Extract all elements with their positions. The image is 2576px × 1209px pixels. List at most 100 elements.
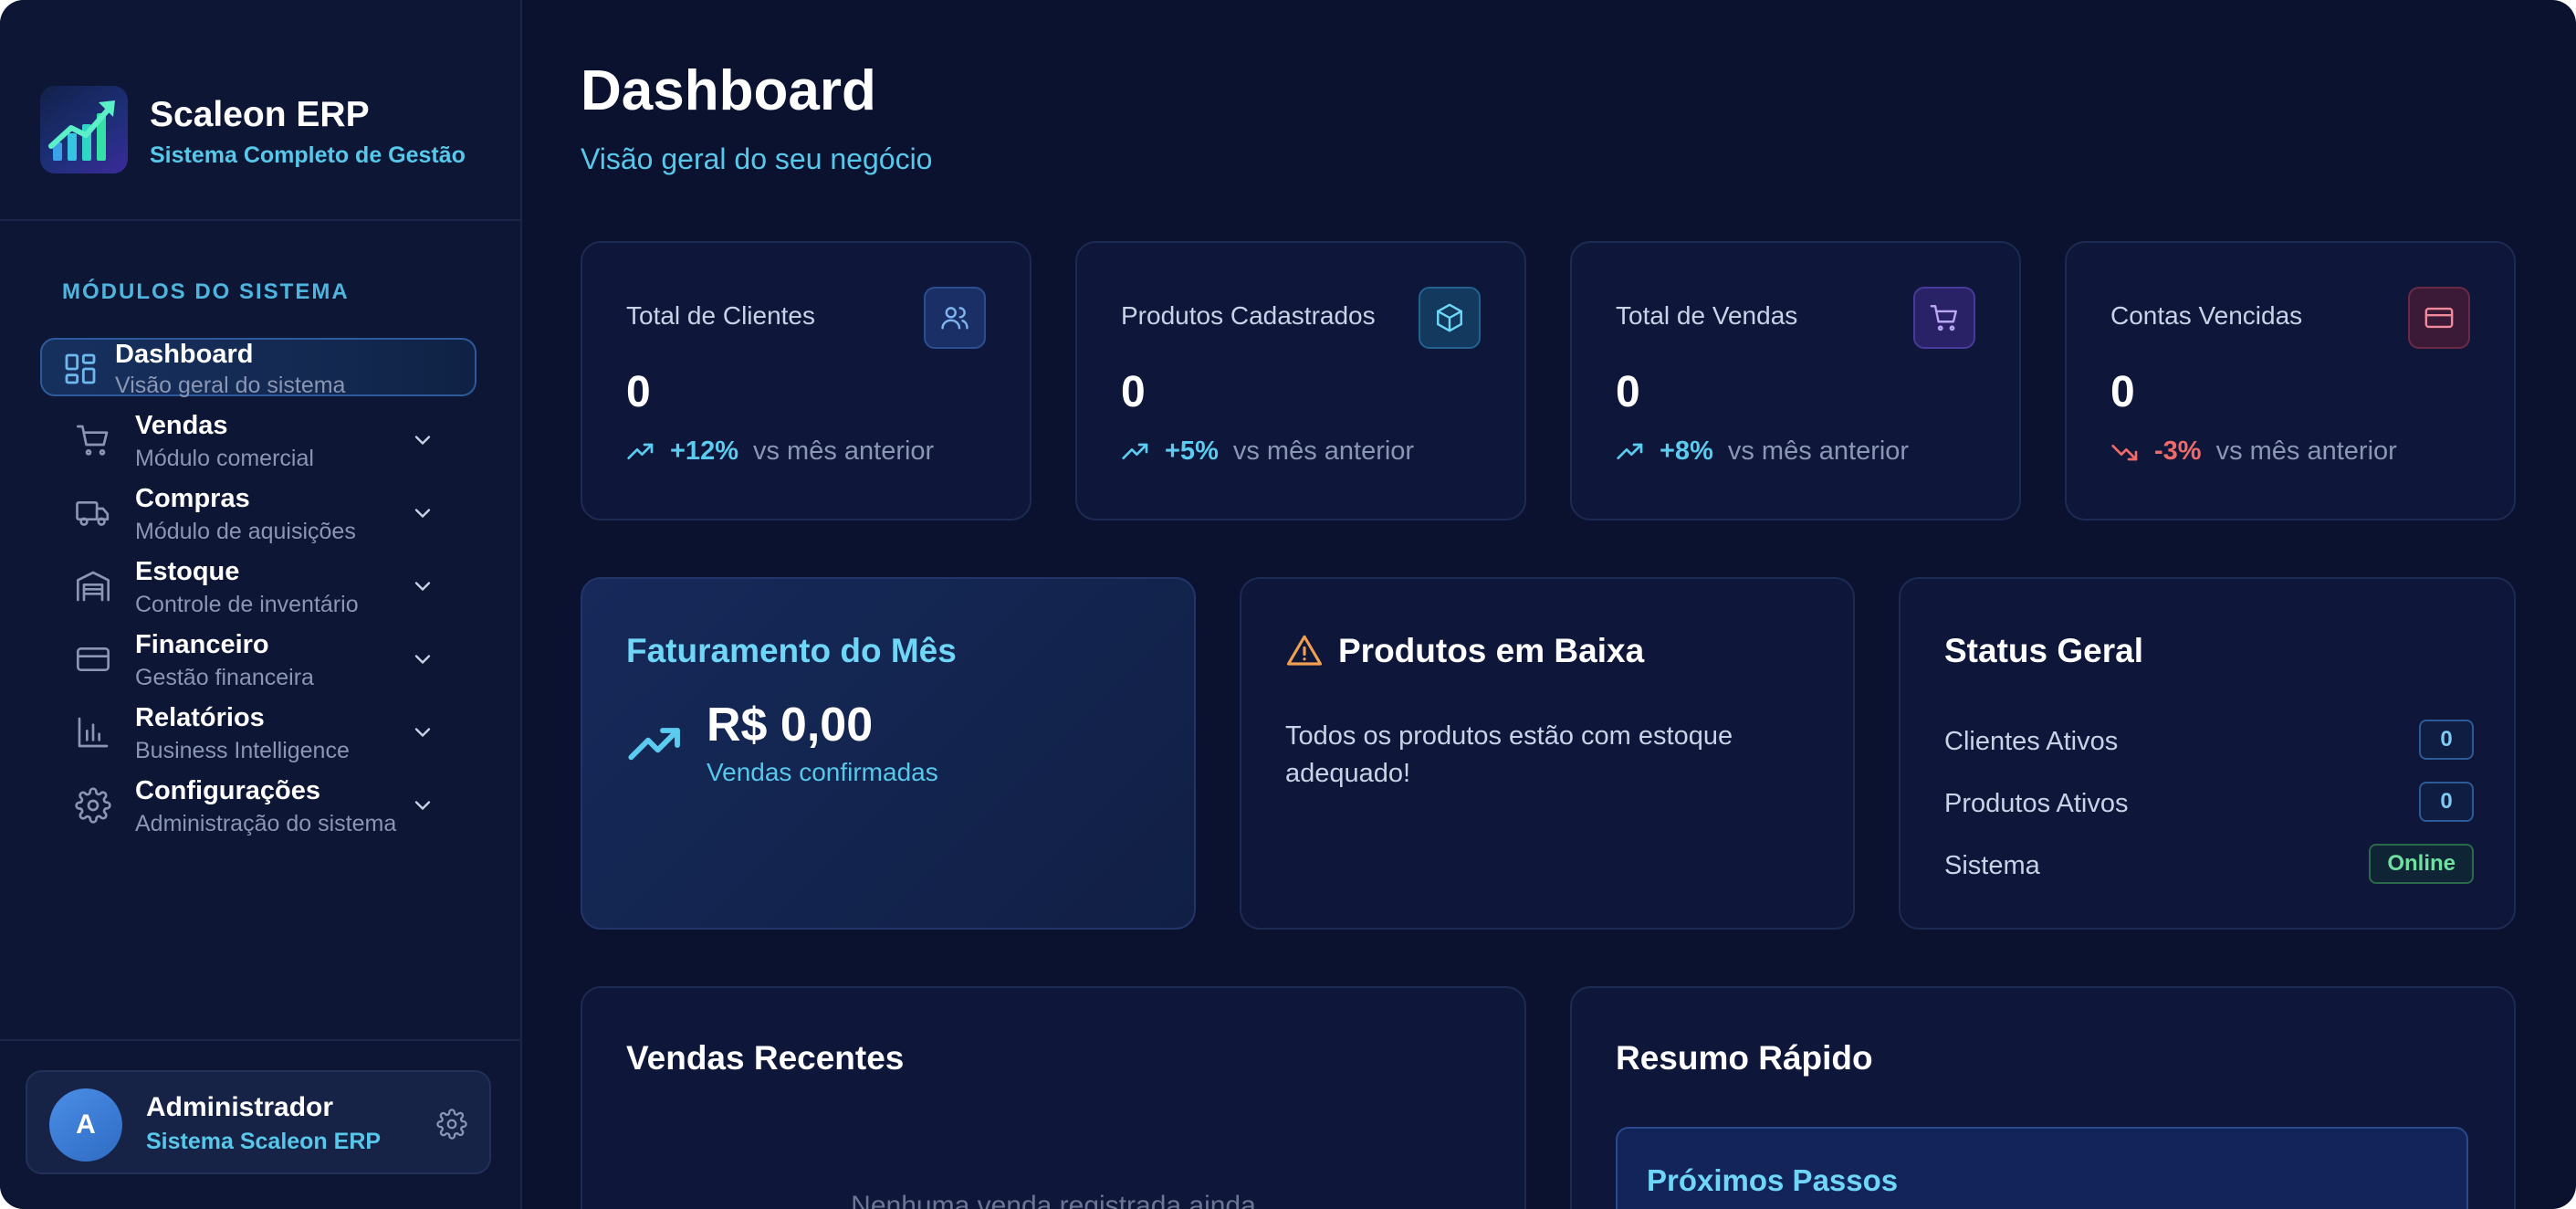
stat-label: Total de Vendas: [1616, 301, 1798, 330]
stat-value: 0: [626, 368, 651, 416]
low-stock-title-text: Produtos em Baixa: [1338, 632, 1645, 669]
sidebar-item-vendas[interactable]: Vendas Módulo comercial: [40, 411, 476, 471]
chevron-down-icon[interactable]: [410, 720, 435, 745]
trend-note: vs mês anterior: [1727, 436, 1910, 466]
stat-card-contas-vencidas: Contas Vencidas 0 -3% vs mês anterior: [2065, 241, 2516, 520]
status-row-sistema: Sistema Online: [1944, 844, 2474, 886]
recent-sales-card: Vendas Recentes Nenhuma venda registrada…: [581, 986, 1526, 1209]
page-subtitle: Visão geral do seu negócio: [581, 142, 933, 175]
recent-sales-title: Vendas Recentes: [626, 1039, 905, 1077]
warehouse-icon: [75, 568, 111, 604]
stat-label: Contas Vencidas: [2110, 301, 2303, 330]
chevron-down-icon[interactable]: [410, 793, 435, 818]
stat-trend: -3% vs mês anterior: [2110, 436, 2397, 467]
page-title: Dashboard: [581, 59, 876, 122]
next-steps-box: Próximos Passos: [1616, 1127, 2468, 1209]
sidebar-item-estoque[interactable]: Estoque Controle de inventário: [40, 557, 476, 617]
revenue-subtitle: Vendas confirmadas: [707, 758, 938, 786]
stat-trend: +5% vs mês anterior: [1121, 436, 1414, 467]
status-badge: Online: [2369, 844, 2474, 884]
status-label: Clientes Ativos: [1944, 727, 2119, 756]
next-steps-title: Próximos Passos: [1647, 1163, 1899, 1197]
sidebar-divider: [0, 1039, 522, 1041]
chevron-down-icon[interactable]: [410, 500, 435, 526]
stat-value: 0: [1616, 368, 1640, 416]
sidebar-item-relatorios[interactable]: Relatórios Business Intelligence: [40, 703, 476, 763]
trend-note: vs mês anterior: [2215, 436, 2397, 466]
quick-summary-card: Resumo Rápido Próximos Passos: [1570, 986, 2516, 1209]
dashboard-grid-icon: [62, 351, 99, 387]
stat-value: 0: [1121, 368, 1146, 416]
stat-card-vendas: Total de Vendas 0 +8% vs mês anterior: [1570, 241, 2021, 520]
sidebar-item-financeiro[interactable]: Financeiro Gestão financeira: [40, 630, 476, 690]
trend-up-icon: [1617, 443, 1643, 459]
sidebar-item-title: Financeiro: [135, 630, 269, 659]
low-stock-title: Produtos em Baixa: [1285, 632, 1644, 670]
stat-label: Produtos Cadastrados: [1121, 301, 1376, 330]
app-name: Scaleon ERP: [150, 95, 370, 134]
trend-up-icon: [1122, 443, 1148, 459]
status-row-clientes: Clientes Ativos 0: [1944, 720, 2474, 762]
sidebar-item-title: Dashboard: [115, 340, 254, 369]
sidebar-item-configuracoes[interactable]: Configurações Administração do sistema: [40, 776, 476, 836]
sidebar-item-title: Estoque: [135, 557, 240, 586]
user-settings-gear-icon[interactable]: [436, 1109, 467, 1140]
chevron-down-icon[interactable]: [410, 647, 435, 672]
user-name: Administrador: [146, 1092, 334, 1122]
bar-chart-icon: [75, 714, 111, 751]
stat-value: 0: [2110, 368, 2135, 416]
avatar[interactable]: A: [49, 1088, 122, 1162]
status-row-produtos: Produtos Ativos 0: [1944, 782, 2474, 824]
stat-trend: +8% vs mês anterior: [1616, 436, 1909, 467]
stat-label: Total de Clientes: [626, 301, 816, 330]
credit-card-icon: [75, 641, 111, 678]
status-badge: 0: [2419, 720, 2474, 760]
sidebar-item-subtitle: Módulo de aquisições: [135, 519, 356, 544]
brand[interactable]: Scaleon ERP Sistema Completo de Gestão: [40, 86, 515, 177]
sidebar-item-title: Vendas: [135, 411, 228, 440]
trending-up-icon: [626, 716, 685, 774]
trend-value: -3%: [2154, 436, 2202, 466]
cart-icon: [75, 422, 111, 458]
status-card: Status Geral Clientes Ativos 0 Produtos …: [1899, 577, 2516, 930]
trend-note: vs mês anterior: [752, 436, 935, 466]
quick-summary-title: Resumo Rápido: [1616, 1039, 1873, 1077]
trend-value: +8%: [1660, 436, 1713, 466]
app-window: ⋮ Scaleon ERP Sistema Completo de Gestão…: [0, 0, 2576, 1209]
cart-icon: [1913, 287, 1975, 349]
brand-logo-icon: [40, 86, 128, 173]
sidebar-item-title: Compras: [135, 484, 250, 513]
user-card[interactable]: A Administrador Sistema Scaleon ERP: [26, 1070, 491, 1174]
chevron-down-icon[interactable]: [410, 427, 435, 453]
recent-sales-empty-text: Nenhuma venda registrada ainda: [851, 1191, 1256, 1209]
user-role: Sistema Scaleon ERP: [146, 1129, 382, 1154]
chevron-down-icon[interactable]: [410, 573, 435, 599]
sidebar-item-subtitle: Controle de inventário: [135, 592, 359, 617]
status-title: Status Geral: [1944, 632, 2143, 669]
stat-card-clientes: Total de Clientes 0 +12% vs mês anterior: [581, 241, 1031, 520]
sidebar-item-title: Relatórios: [135, 703, 265, 732]
stat-trend: +12% vs mês anterior: [626, 436, 934, 467]
warning-icon: [1286, 635, 1323, 666]
sidebar-item-title: Configurações: [135, 776, 321, 805]
gear-icon: [75, 787, 111, 824]
low-stock-card: Produtos em Baixa Todos os produtos estã…: [1240, 577, 1855, 930]
modules-section-label: MÓDULOS DO SISTEMA: [62, 279, 350, 304]
sidebar-item-compras[interactable]: Compras Módulo de aquisições: [40, 484, 476, 544]
sidebar-item-subtitle: Módulo comercial: [135, 446, 314, 471]
sidebar: Scaleon ERP Sistema Completo de Gestão M…: [0, 0, 522, 1209]
status-badge: 0: [2419, 782, 2474, 822]
sidebar-item-subtitle: Gestão financeira: [135, 665, 314, 690]
truck-icon: [75, 495, 111, 531]
trend-up-icon: [627, 443, 654, 459]
stat-card-produtos: Produtos Cadastrados 0 +5% vs mês anteri…: [1075, 241, 1526, 520]
credit-card-icon: [2408, 287, 2470, 349]
package-icon: [1419, 287, 1481, 349]
sidebar-item-dashboard[interactable]: Dashboard Visão geral do sistema: [40, 338, 476, 398]
trend-note: vs mês anterior: [1232, 436, 1415, 466]
revenue-card: Faturamento do Mês R$ 0,00 Vendas confir…: [581, 577, 1196, 930]
sidebar-item-subtitle: Administração do sistema: [135, 811, 397, 836]
sidebar-item-subtitle: Visão geral do sistema: [115, 373, 346, 398]
revenue-value: R$ 0,00: [707, 699, 874, 752]
sidebar-item-subtitle: Business Intelligence: [135, 738, 350, 763]
